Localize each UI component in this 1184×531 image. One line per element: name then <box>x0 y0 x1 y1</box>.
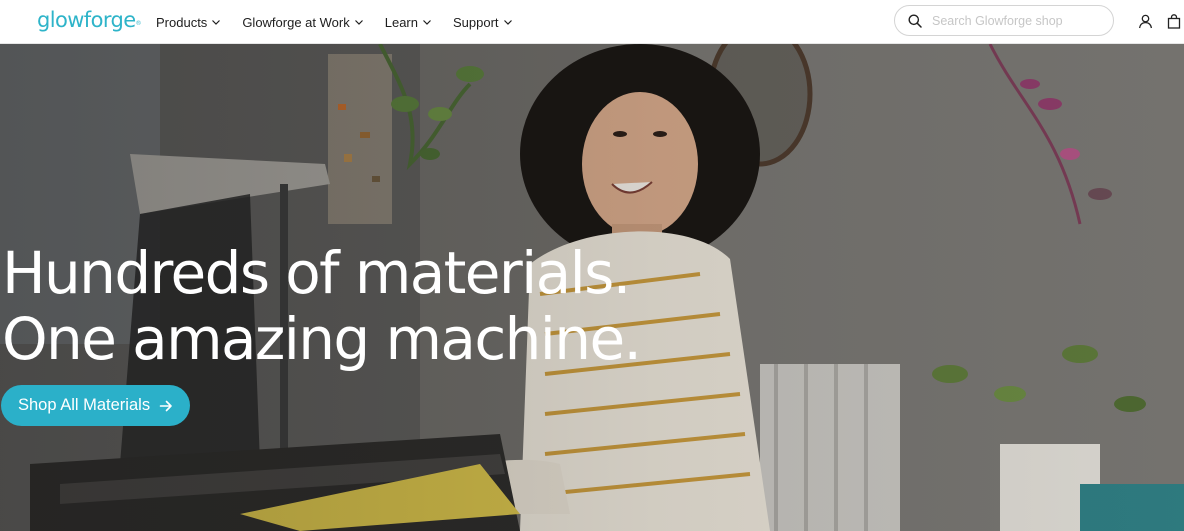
nav-item-learn[interactable]: Learn <box>385 15 432 30</box>
search-icon <box>908 14 922 28</box>
nav-item-label: Learn <box>384 14 418 30</box>
chevron-down-icon <box>354 20 363 25</box>
nav-item-support[interactable]: Support <box>453 15 513 30</box>
hero-headline-line-1: Hundreds of materials. <box>2 239 631 307</box>
cart-button[interactable] <box>1165 12 1183 30</box>
chevron-down-icon <box>503 20 512 25</box>
site-header: glowforge® Products Glowforge at Work Le… <box>0 0 1184 44</box>
cta-label: Shop All Materials <box>18 396 151 414</box>
user-icon <box>1138 14 1152 28</box>
chevron-down-icon <box>212 20 221 25</box>
chevron-down-icon <box>423 20 431 25</box>
arrow-right-icon <box>159 399 173 413</box>
glowforge-logo[interactable]: glowforge® <box>37 6 142 34</box>
account-button[interactable] <box>1136 12 1154 30</box>
logo-text: glowforge <box>37 8 136 32</box>
hero-headline: Hundreds of materials. One amazing machi… <box>2 239 642 373</box>
hero-headline-line-2: One amazing machine. <box>2 305 642 373</box>
nav-item-label: Glowforge at Work <box>242 14 350 30</box>
nav-item-label: Products <box>156 14 208 30</box>
nav-item-label: Support <box>452 14 499 30</box>
nav-item-products[interactable]: Products <box>156 15 221 30</box>
logo-registered-mark: ® <box>135 20 142 27</box>
search-box[interactable] <box>894 5 1114 36</box>
nav-item-glowforge-at-work[interactable]: Glowforge at Work <box>242 15 363 30</box>
shopping-bag-icon <box>1167 13 1181 29</box>
hero-banner: Hundreds of materials. One amazing machi… <box>0 44 1184 531</box>
main-nav: Products Glowforge at Work Learn Support <box>156 0 534 44</box>
search-input[interactable] <box>930 12 1110 29</box>
shop-all-materials-button[interactable]: Shop All Materials <box>1 385 191 426</box>
